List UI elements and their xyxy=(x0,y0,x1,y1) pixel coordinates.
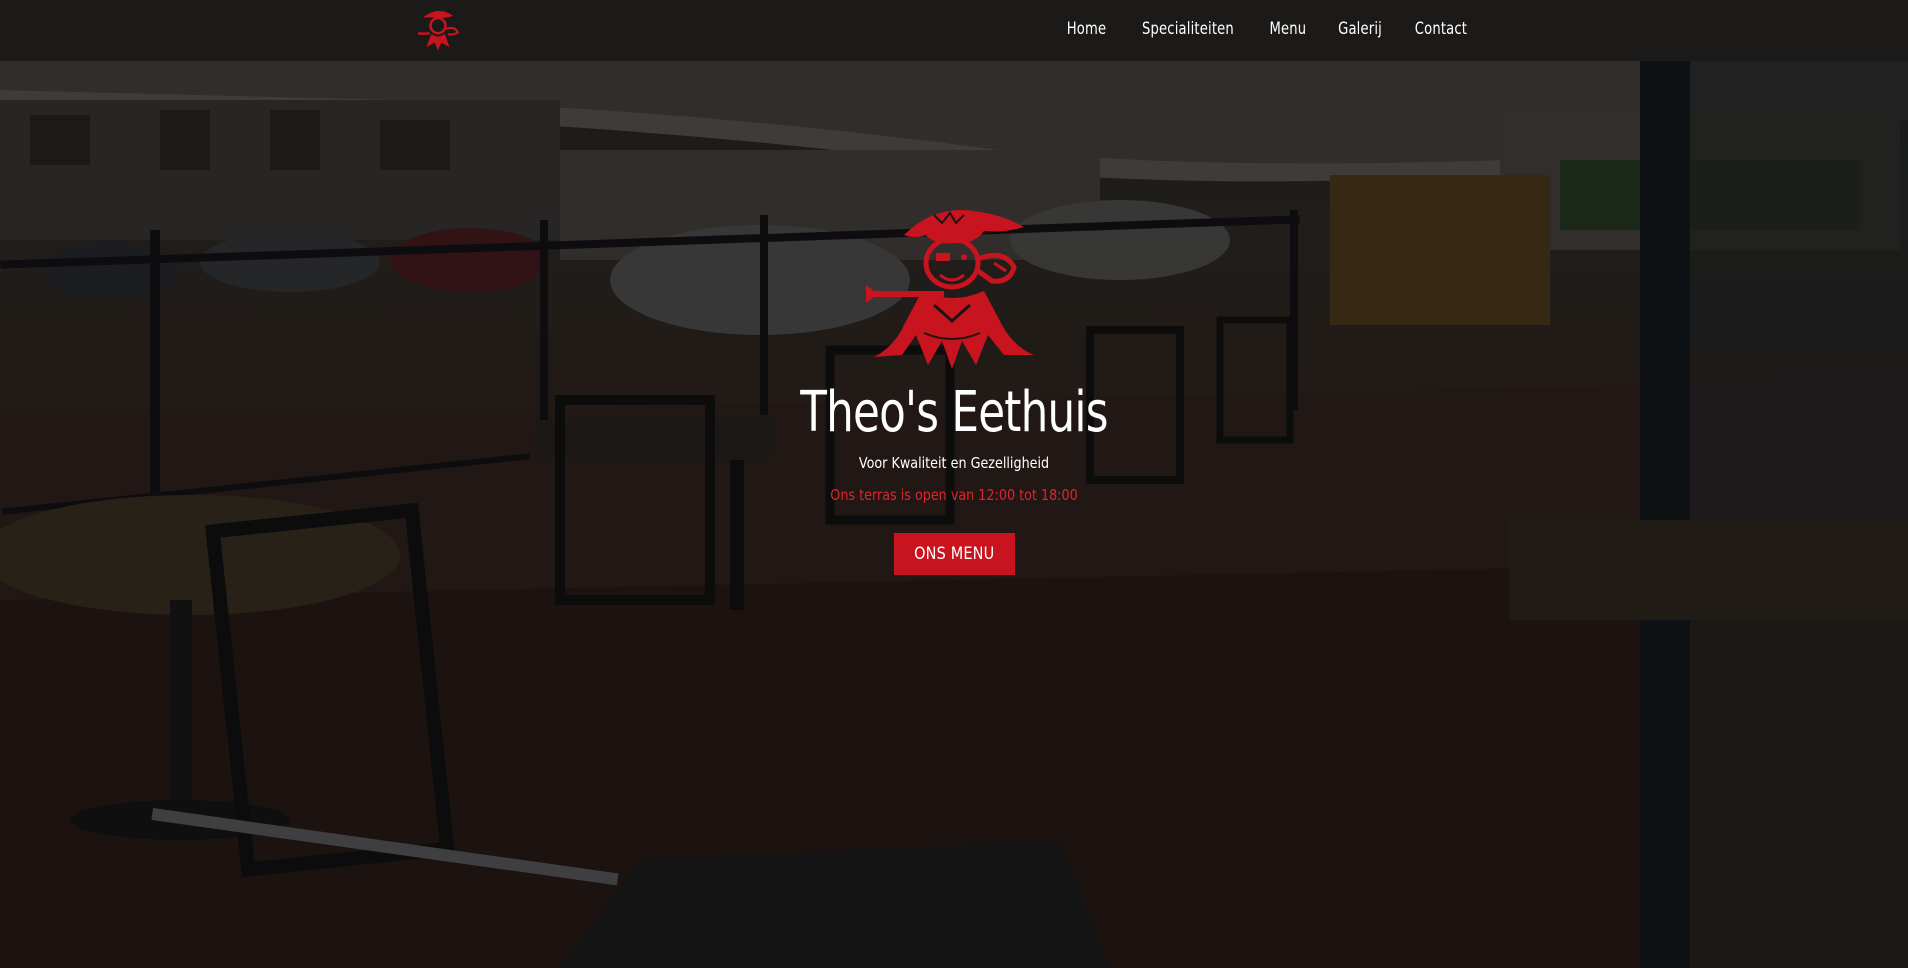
hero-tagline: Voor Kwaliteit en Gezelligheid xyxy=(858,454,1050,472)
nav-item-galerij[interactable]: Galerij xyxy=(1327,19,1392,39)
terrace-hours-notice: Ons terras is open van 12:00 tot 18:00 xyxy=(830,486,1078,504)
nav-item-menu[interactable]: Menu xyxy=(1259,19,1317,39)
hero-title: Theo's Eethuis xyxy=(800,380,1108,445)
pirate-chef-logo-icon xyxy=(866,210,1034,369)
top-navbar: Home Specialiteiten Menu Galerij Contact xyxy=(0,0,1908,61)
ons-menu-button[interactable]: ONS MENU xyxy=(893,533,1015,575)
main-nav-menu: Home Specialiteiten Menu Galerij Contact xyxy=(1051,0,1484,58)
page: Home Specialiteiten Menu Galerij Contact xyxy=(0,0,1908,968)
nav-item-home[interactable]: Home xyxy=(1056,19,1117,39)
ons-menu-button-label: ONS MENU xyxy=(913,544,995,564)
pirate-chef-logo-icon[interactable] xyxy=(412,4,464,54)
hero-section: Theo's Eethuis Voor Kwaliteit en Gezelli… xyxy=(0,205,1908,575)
nav-item-specialiteiten[interactable]: Specialiteiten xyxy=(1132,19,1245,39)
nav-item-contact[interactable]: Contact xyxy=(1404,19,1478,39)
